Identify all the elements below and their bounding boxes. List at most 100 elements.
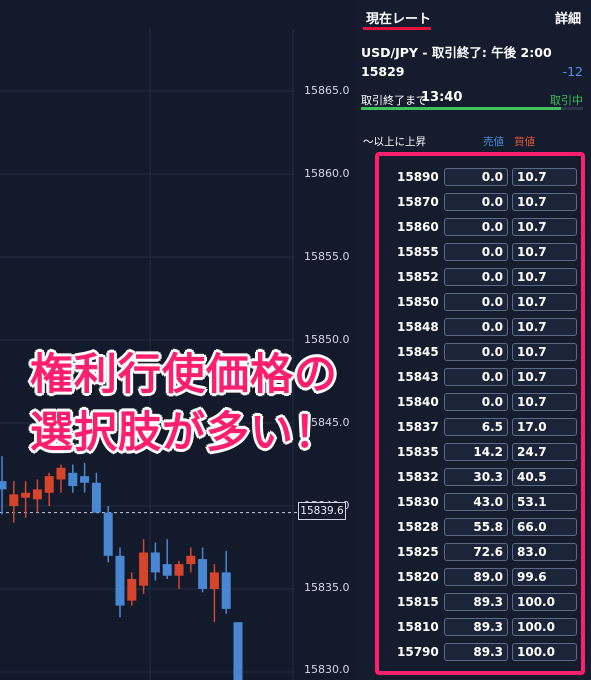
option-table: 15890 0.0 10.7 15870 0.0 10.7 15860 0.0 10.7 1585… (375, 152, 585, 675)
option-row: 15850 0.0 10.7 (379, 292, 581, 314)
option-row: 15845 0.0 10.7 (379, 342, 581, 364)
sell-price-button[interactable]: 0.0 (444, 393, 508, 411)
active-tab-indicator (363, 27, 431, 30)
sell-price-button[interactable]: 0.0 (444, 293, 508, 311)
price-change: -12 (562, 64, 583, 79)
strike-price: 15835 (397, 445, 439, 459)
buy-header: 買値 (514, 136, 535, 148)
candle-body (198, 559, 208, 589)
buy-price-button[interactable]: 10.7 (512, 393, 577, 411)
strike-price: 15815 (397, 595, 439, 609)
candle-body (139, 552, 149, 586)
option-row: 15860 0.0 10.7 (379, 217, 581, 239)
candle-body (32, 489, 42, 500)
buy-price-button[interactable]: 17.0 (512, 418, 577, 436)
price-chart[interactable]: 15865.0 15860.0 15855.0 15850.0 15845.0 … (0, 0, 353, 680)
option-row: 15790 89.3 100.0 (379, 642, 581, 664)
sell-price-button[interactable]: 30.3 (444, 468, 508, 486)
option-row: 15852 0.0 10.7 (379, 267, 581, 289)
buy-price-button[interactable]: 10.7 (512, 268, 577, 286)
sell-price-button[interactable]: 72.6 (444, 543, 508, 561)
candle-body (9, 494, 19, 506)
strike-price: 15828 (397, 520, 439, 534)
buy-price-button[interactable]: 99.6 (512, 568, 577, 586)
sell-price-button[interactable]: 14.2 (444, 443, 508, 461)
buy-price-button[interactable]: 66.0 (512, 518, 577, 536)
price-axis-label: 15860.0 (304, 167, 350, 180)
buy-price-button[interactable]: 100.0 (512, 593, 577, 611)
sell-price-button[interactable]: 0.0 (444, 168, 508, 186)
buy-price-button[interactable]: 10.7 (512, 168, 577, 186)
tab-details[interactable]: 詳細 (555, 8, 581, 27)
buy-price-button[interactable]: 10.7 (512, 343, 577, 361)
candle-body (103, 512, 113, 556)
strike-price: 15850 (397, 295, 439, 309)
buy-price-button[interactable]: 100.0 (512, 643, 577, 661)
sell-price-button[interactable]: 89.3 (444, 643, 508, 661)
buy-price-button[interactable]: 10.7 (512, 368, 577, 386)
strike-price: 15790 (397, 645, 439, 659)
condition-header: 〜以上に上昇 (363, 136, 426, 148)
sell-price-button[interactable]: 0.0 (444, 193, 508, 211)
buy-price-button[interactable]: 10.7 (512, 243, 577, 261)
option-row: 15837 6.5 17.0 (379, 417, 581, 439)
buy-price-button[interactable]: 83.0 (512, 543, 577, 561)
candle-body (127, 579, 137, 601)
option-row: 15815 89.3 100.0 (379, 592, 581, 614)
strike-price: 15848 (397, 320, 439, 334)
option-row: 15835 14.2 24.7 (379, 442, 581, 464)
sell-price-button[interactable]: 6.5 (444, 418, 508, 436)
sell-price-button[interactable]: 55.8 (444, 518, 508, 536)
option-row: 15870 0.0 10.7 (379, 192, 581, 214)
sell-price-button[interactable]: 89.3 (444, 593, 508, 611)
tab-current-rate[interactable]: 現在レート (366, 8, 431, 27)
candle-body (162, 564, 172, 576)
buy-price-button[interactable]: 24.7 (512, 443, 577, 461)
sell-price-button[interactable]: 0.0 (444, 368, 508, 386)
buy-price-button[interactable]: 10.7 (512, 218, 577, 236)
sell-price-button[interactable]: 89.3 (444, 618, 508, 636)
buy-price-button[interactable]: 10.7 (512, 193, 577, 211)
option-row: 15825 72.6 83.0 (379, 542, 581, 564)
strike-price: 15852 (397, 270, 439, 284)
sell-price-button[interactable]: 89.0 (444, 568, 508, 586)
candle-body (44, 476, 54, 493)
overlay-caption-line-2: 選択肢が多い！ (30, 408, 338, 458)
candle-body (91, 482, 101, 513)
time-progress-fill (361, 107, 561, 110)
sell-price-button[interactable]: 0.0 (444, 243, 508, 261)
sell-price-button[interactable]: 0.0 (444, 318, 508, 336)
strike-price: 15870 (397, 195, 439, 209)
candle-body (56, 467, 66, 480)
option-row: 15810 89.3 100.0 (379, 617, 581, 639)
option-row: 15848 0.0 10.7 (379, 317, 581, 339)
buy-price-button[interactable]: 10.7 (512, 318, 577, 336)
option-row: 15828 55.8 66.0 (379, 517, 581, 539)
instrument-title: USD/JPY - 取引終了: 午後 2:00 (361, 45, 552, 60)
buy-price-button[interactable]: 100.0 (512, 618, 577, 636)
strike-price: 15832 (397, 470, 439, 484)
buy-price-button[interactable]: 10.7 (512, 293, 577, 311)
option-row: 15832 30.3 40.5 (379, 467, 581, 489)
sell-price-button[interactable]: 0.0 (444, 218, 508, 236)
current-price-marker: 15839.6 (298, 502, 346, 520)
trading-status: 取引中 (550, 94, 583, 107)
candle-body (186, 555, 196, 565)
candle-body (0, 481, 7, 490)
strike-price: 15830 (397, 495, 439, 509)
strike-price: 15860 (397, 220, 439, 234)
option-row: 15830 43.0 53.1 (379, 492, 581, 514)
option-row: 15820 89.0 99.6 (379, 567, 581, 589)
sell-price-button[interactable]: 0.0 (444, 343, 508, 361)
time-to-close-label: 取引終了まで (361, 94, 427, 107)
candle-body (21, 492, 31, 498)
buy-price-button[interactable]: 53.1 (512, 493, 577, 511)
candle-body (150, 552, 160, 573)
time-to-close-value: 13:40 (421, 90, 463, 105)
sell-price-button[interactable]: 0.0 (444, 268, 508, 286)
candle-body (221, 572, 231, 609)
buy-price-button[interactable]: 40.5 (512, 468, 577, 486)
strike-price: 15810 (397, 620, 439, 634)
option-row: 15840 0.0 10.7 (379, 392, 581, 414)
sell-price-button[interactable]: 43.0 (444, 493, 508, 511)
